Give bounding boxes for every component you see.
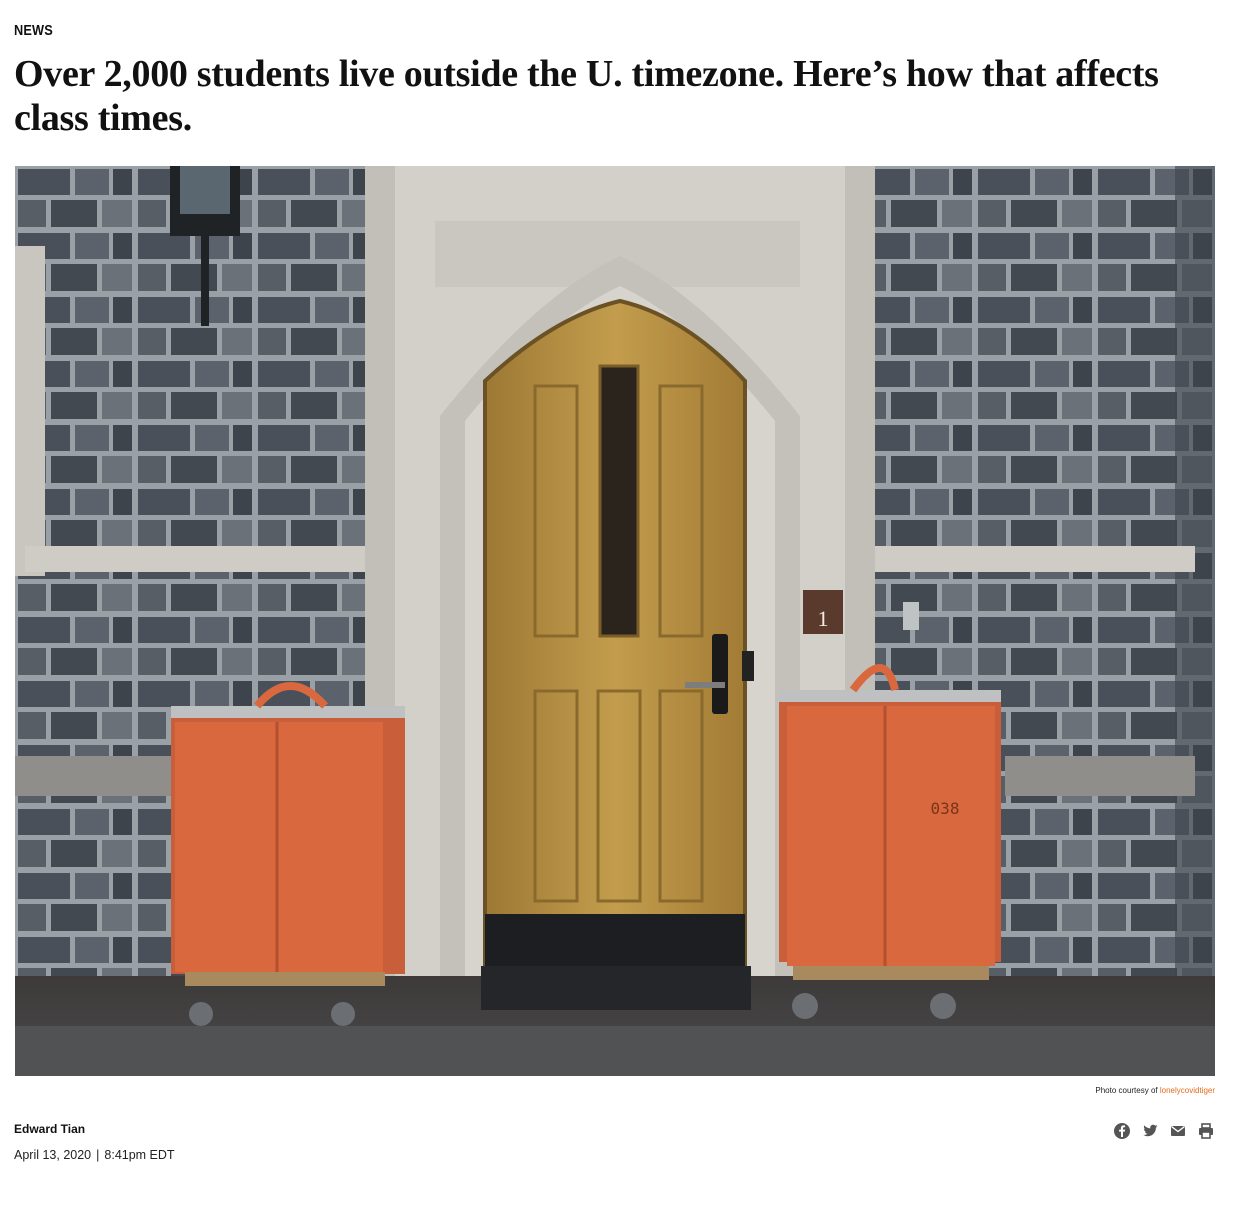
section-link[interactable]: NEWS	[14, 22, 53, 39]
dateline-separator: |	[96, 1148, 100, 1162]
email-icon[interactable]	[1169, 1122, 1187, 1140]
article-headline: Over 2,000 students live outside the U. …	[14, 53, 1159, 139]
publish-time: 8:41pm EDT	[104, 1148, 175, 1162]
dateline: April 13, 2020 | 8:41pm EDT	[14, 1148, 175, 1162]
photo-caption-prefix: Photo courtesy of	[1095, 1086, 1158, 1095]
room-number-plaque: 1	[818, 606, 829, 631]
photo-caption: Photo courtesy of lonelycovidtiger	[1095, 1086, 1215, 1095]
laundry-bin-number: 038	[931, 799, 960, 818]
print-icon[interactable]	[1197, 1122, 1215, 1140]
share-toolbar	[1113, 1122, 1215, 1140]
publish-date: April 13, 2020	[14, 1148, 92, 1162]
twitter-icon[interactable]	[1141, 1122, 1159, 1140]
photo-credit-link[interactable]: lonelycovidtiger	[1160, 1086, 1215, 1095]
author-link[interactable]: Edward Tian	[14, 1122, 85, 1136]
article-hero-photo: 1 038	[15, 166, 1215, 1076]
facebook-icon[interactable]	[1113, 1122, 1131, 1140]
